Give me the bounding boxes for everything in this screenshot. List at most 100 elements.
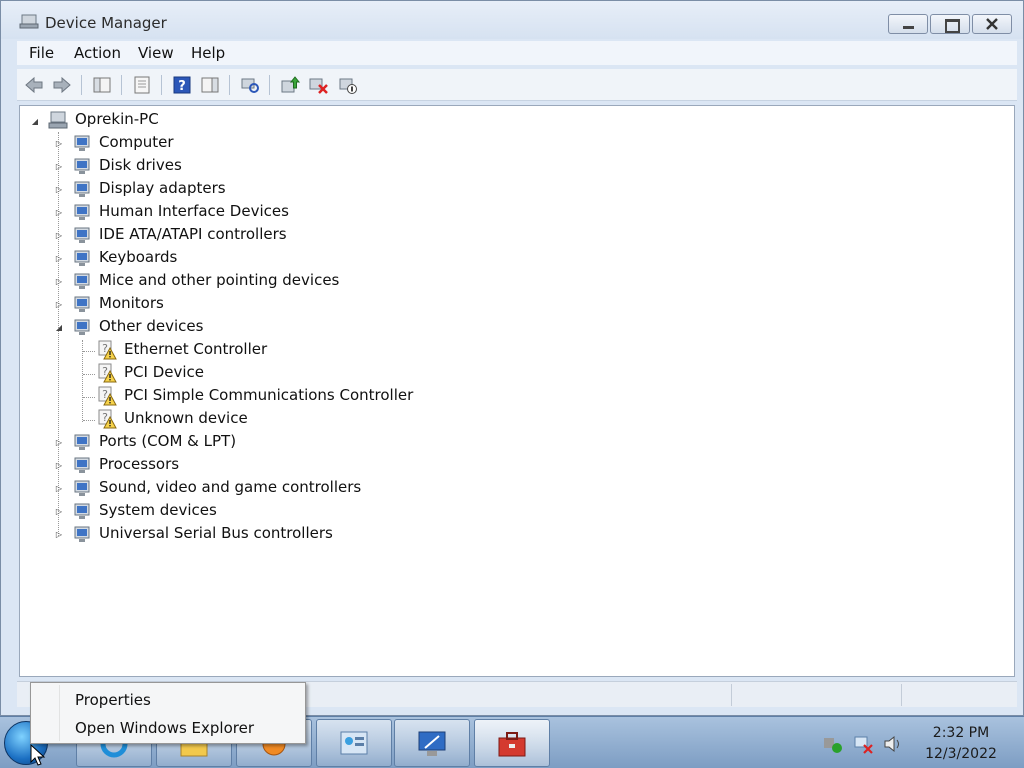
warning-device-icon: ? (98, 363, 117, 383)
tree-category-item[interactable]: Sound, video and game controllers (99, 478, 361, 496)
network-disconnected-icon[interactable] (852, 734, 874, 754)
update-driver-icon[interactable] (279, 74, 301, 96)
expand-arrow-icon[interactable]: ▷ (54, 254, 64, 264)
taskbar-system-button[interactable] (394, 719, 470, 767)
toolbar-separator (269, 75, 270, 95)
tree-connector (83, 351, 95, 352)
tree-category-item[interactable]: Disk drives (99, 156, 182, 174)
mouse-icon (74, 273, 90, 289)
menu-view[interactable]: View (138, 44, 174, 62)
minimize-button[interactable] (888, 14, 928, 34)
expand-arrow-icon[interactable]: ▷ (54, 300, 64, 310)
expand-arrow-icon[interactable]: ▷ (54, 277, 64, 287)
disk-drive-icon (74, 158, 90, 174)
expand-arrow-icon[interactable]: ▷ (54, 484, 64, 494)
tree-category-item[interactable]: Display adapters (99, 179, 226, 197)
tree-category-item[interactable]: Mice and other pointing devices (99, 271, 339, 289)
uninstall-icon[interactable] (307, 74, 329, 96)
expand-arrow-icon[interactable]: ▷ (54, 185, 64, 195)
tree-device-item[interactable]: Ethernet Controller (124, 340, 267, 358)
expand-arrow-icon[interactable]: ▷ (54, 139, 64, 149)
device-manager-icon (19, 14, 39, 29)
window-title: Device Manager (45, 14, 167, 32)
expand-arrow-icon[interactable]: ▷ (54, 530, 64, 540)
menu-item-properties[interactable]: Properties (75, 691, 151, 709)
action-center-icon[interactable] (822, 734, 844, 754)
tree-device-item[interactable]: PCI Simple Communications Controller (124, 386, 413, 404)
tree-category-item[interactable]: Universal Serial Bus controllers (99, 524, 333, 542)
expand-arrow-icon[interactable]: ▷ (54, 208, 64, 218)
tree-connector (83, 420, 95, 421)
ide-controller-icon (74, 227, 90, 243)
tree-category-item[interactable]: Keyboards (99, 248, 177, 266)
toolbox-icon (498, 732, 526, 757)
show-hide-action-pane-icon[interactable] (199, 74, 221, 96)
close-button[interactable] (972, 14, 1012, 34)
unknown-device-icon (74, 319, 90, 335)
taskbar-device-manager-button[interactable] (474, 719, 550, 767)
mouse-cursor-icon (30, 744, 46, 766)
disable-icon[interactable] (337, 74, 359, 96)
menu-action[interactable]: Action (74, 44, 121, 62)
monitor-icon (74, 296, 90, 312)
show-hide-console-tree-icon[interactable] (91, 74, 113, 96)
clock-time[interactable]: 2:32 PM (928, 725, 994, 741)
display-adapter-icon (74, 181, 90, 197)
context-menu: Properties Open Windows Explorer (30, 682, 306, 744)
volume-icon[interactable] (882, 734, 904, 754)
expand-arrow-icon[interactable]: ▷ (54, 231, 64, 241)
maximize-button[interactable] (930, 14, 970, 34)
expand-arrow-icon[interactable]: ▷ (54, 438, 64, 448)
toolbar-separator (81, 75, 82, 95)
device-manager-window: Device Manager File Action View Help ? ◢… (0, 0, 1024, 716)
scan-hardware-icon[interactable] (239, 74, 261, 96)
keyboard-icon (74, 250, 90, 266)
menu-file[interactable]: File (29, 44, 54, 62)
tree-connector (82, 340, 83, 422)
computer-icon (74, 135, 90, 151)
menu-item-open-windows-explorer[interactable]: Open Windows Explorer (75, 719, 254, 737)
expand-arrow-icon[interactable]: ▷ (54, 461, 64, 471)
collapse-arrow-icon[interactable]: ◢ (54, 323, 64, 333)
tree-category-item[interactable]: Processors (99, 455, 179, 473)
svg-text:?: ? (178, 79, 186, 94)
tree-category-item[interactable]: IDE ATA/ATAPI controllers (99, 225, 287, 243)
tree-category-item[interactable]: System devices (99, 501, 217, 519)
properties-icon[interactable] (131, 74, 153, 96)
tree-root-label[interactable]: Oprekin-PC (75, 110, 159, 128)
forward-icon[interactable] (51, 74, 73, 96)
title-bar[interactable]: Device Manager (1, 1, 1023, 39)
sound-icon (74, 480, 90, 496)
collapse-arrow-icon[interactable]: ◢ (30, 117, 40, 127)
clock-date[interactable]: 12/3/2022 (922, 746, 1000, 762)
port-icon (74, 434, 90, 450)
toolbar: ? (17, 69, 1017, 101)
close-icon (986, 18, 998, 30)
tree-category-item[interactable]: Computer (99, 133, 174, 151)
status-separator (731, 684, 732, 706)
help-icon[interactable]: ? (171, 74, 193, 96)
tree-category-item[interactable]: Other devices (99, 317, 203, 335)
tree-category-item[interactable]: Monitors (99, 294, 164, 312)
expand-arrow-icon[interactable]: ▷ (54, 162, 64, 172)
tree-category-item[interactable]: Ports (COM & LPT) (99, 432, 236, 450)
warning-device-icon: ? (98, 386, 117, 406)
processor-icon (74, 457, 90, 473)
taskbar-control-panel-button[interactable] (316, 719, 392, 767)
warning-device-icon: ? (98, 409, 117, 429)
computer-root-icon (48, 111, 68, 129)
system-device-icon (74, 503, 90, 519)
minimize-icon (889, 15, 927, 33)
expand-arrow-icon[interactable]: ▷ (54, 507, 64, 517)
hid-icon (74, 204, 90, 220)
device-tree: ◢ Oprekin-PC ▷ Computer ▷ Disk drives ▷ Displ… (19, 105, 1015, 677)
menu-help[interactable]: Help (191, 44, 225, 62)
toolbar-separator (161, 75, 162, 95)
tree-connector (83, 374, 95, 375)
back-icon[interactable] (23, 74, 45, 96)
tree-category-item[interactable]: Human Interface Devices (99, 202, 289, 220)
menu-bar: File Action View Help (17, 41, 1017, 65)
toolbar-separator (121, 75, 122, 95)
tree-device-item[interactable]: PCI Device (124, 363, 204, 381)
tree-device-item[interactable]: Unknown device (124, 409, 248, 427)
